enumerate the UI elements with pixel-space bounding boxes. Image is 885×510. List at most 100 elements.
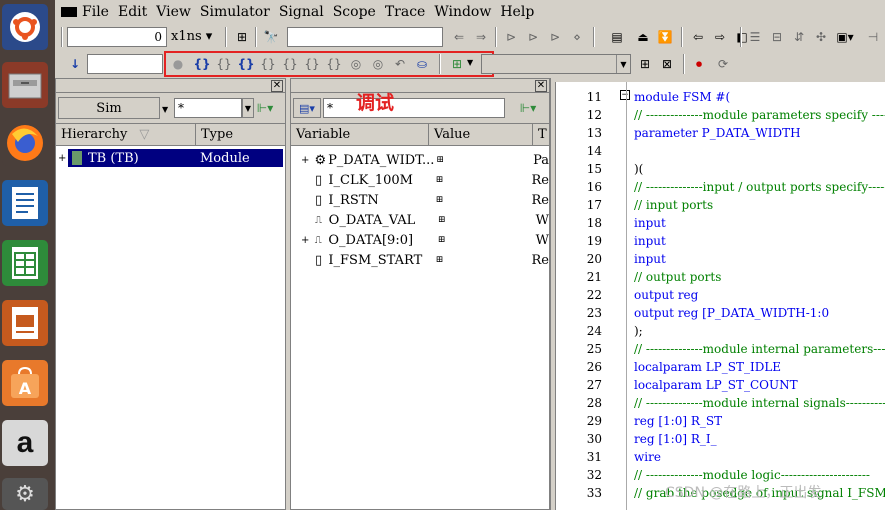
hierarchy-row[interactable]: + TB (TB) Module bbox=[56, 148, 285, 168]
variable-row[interactable]: ▯ I_FSM_START ⊞ Re bbox=[291, 250, 549, 270]
code-line[interactable]: // input ports bbox=[634, 198, 713, 212]
column-value[interactable]: Value bbox=[429, 124, 533, 145]
watch-icon[interactable]: ◎ bbox=[346, 54, 366, 74]
files-icon[interactable] bbox=[2, 62, 48, 108]
expand-icon[interactable]: + bbox=[301, 235, 315, 246]
variable-row[interactable]: ▯ I_RSTN ⊞ Re bbox=[291, 190, 549, 210]
firefox-icon[interactable] bbox=[2, 120, 48, 166]
code-line[interactable]: // --------------module logic-----------… bbox=[634, 468, 870, 482]
step-into-icon[interactable]: {} bbox=[280, 54, 300, 74]
code-line[interactable]: // --------------module internal paramet… bbox=[634, 342, 885, 356]
code-line[interactable]: reg [1:0] R_I_ bbox=[634, 432, 717, 446]
close-icon[interactable]: ✕ bbox=[271, 80, 283, 92]
code-line[interactable]: // --------------input / output ports sp… bbox=[634, 180, 885, 194]
value-expand-icon[interactable]: ⊞ bbox=[436, 175, 532, 185]
code-line[interactable]: output reg [P_DATA_WIDTH-1:0 bbox=[634, 306, 829, 320]
chevron-down-icon[interactable]: ▼ bbox=[467, 58, 473, 67]
sim-button[interactable]: Sim bbox=[58, 97, 160, 119]
arrow-down-icon[interactable]: ↓ bbox=[65, 54, 85, 74]
code-line[interactable]: output reg bbox=[634, 288, 698, 302]
code-line[interactable]: wire bbox=[634, 450, 661, 464]
column-variable[interactable]: Variable bbox=[291, 124, 429, 145]
find-next-icon[interactable]: ⇒ bbox=[471, 27, 491, 47]
step-over-icon[interactable]: {} bbox=[258, 54, 278, 74]
expand-icon[interactable]: + bbox=[301, 155, 315, 166]
breakpoint-dropdown[interactable]: ▼ bbox=[481, 54, 631, 74]
expand-icon[interactable]: + bbox=[58, 153, 68, 164]
system-settings-icon[interactable]: ⚙ bbox=[2, 478, 48, 510]
code-line[interactable]: input bbox=[634, 252, 666, 266]
signal-type-filter[interactable]: ▤▾ bbox=[293, 98, 321, 118]
time-field[interactable]: 0 bbox=[67, 27, 167, 47]
menu-simulator[interactable]: Simulator bbox=[200, 4, 270, 20]
step-icon[interactable]: {} bbox=[214, 54, 234, 74]
calc-icon[interactable] bbox=[2, 240, 48, 286]
filter-options-icon[interactable]: ⊩▾ bbox=[246, 98, 284, 118]
filter-funnel-icon[interactable]: ▽ bbox=[139, 127, 149, 142]
menu-signal[interactable]: Signal bbox=[279, 4, 324, 20]
simulate-icon[interactable]: ⛀ bbox=[412, 54, 432, 74]
pin-icon[interactable]: ⊣ bbox=[863, 27, 883, 47]
network-icon[interactable]: ⊞ bbox=[447, 54, 467, 74]
code-line[interactable]: input bbox=[634, 234, 666, 248]
trace-active-icon[interactable]: ⊳ bbox=[545, 27, 565, 47]
breakpoint-icon[interactable]: ◎ bbox=[368, 54, 388, 74]
ubuntu-logo-icon[interactable] bbox=[2, 4, 48, 50]
writer-icon[interactable] bbox=[2, 180, 48, 226]
list-view-icon[interactable]: ☰ bbox=[745, 27, 765, 47]
value-expand-icon[interactable]: ⊞ bbox=[436, 155, 533, 165]
sync-icon[interactable]: ⟳ bbox=[713, 54, 733, 74]
register-icon[interactable]: ⊞ bbox=[635, 54, 655, 74]
chevron-down-icon[interactable]: ▼ bbox=[162, 99, 174, 119]
step-out-icon[interactable]: {} bbox=[302, 54, 322, 74]
code-line[interactable]: // output ports bbox=[634, 270, 721, 284]
menu-trace[interactable]: Trace bbox=[385, 4, 426, 20]
code-line[interactable]: input bbox=[634, 216, 666, 230]
forward-icon[interactable]: ⇨ bbox=[710, 27, 730, 47]
code-line[interactable]: // --------------module internal signals… bbox=[634, 396, 885, 410]
menu-edit[interactable]: Edit bbox=[118, 4, 147, 20]
value-expand-icon[interactable]: ⊞ bbox=[436, 195, 532, 205]
find-prev-icon[interactable]: ⇐ bbox=[449, 27, 469, 47]
value-expand-icon[interactable]: ⊞ bbox=[436, 255, 532, 265]
code-line[interactable]: ); bbox=[634, 324, 643, 338]
close-icon[interactable]: ✕ bbox=[535, 80, 547, 92]
download-icon[interactable]: ⏬ bbox=[655, 27, 675, 47]
column-hierarchy[interactable]: Hierarchy ▽ bbox=[56, 124, 196, 145]
document-icon[interactable]: ▤ bbox=[607, 27, 627, 47]
menu-window[interactable]: Window bbox=[434, 4, 491, 20]
software-center-icon[interactable]: A bbox=[2, 360, 48, 406]
value-expand-icon[interactable]: ⊞ bbox=[438, 215, 536, 225]
upload-icon[interactable]: ⏏ bbox=[633, 27, 653, 47]
window-menu-icon[interactable] bbox=[61, 7, 77, 17]
variable-row[interactable]: + ⎍ O_DATA[9:0] ⊞ W bbox=[291, 230, 549, 250]
layout-dropdown-icon[interactable]: ▣▾ bbox=[835, 27, 855, 47]
code-line[interactable]: reg [1:0] R_ST bbox=[634, 414, 722, 428]
signal-input[interactable] bbox=[87, 54, 163, 74]
menu-help[interactable]: Help bbox=[500, 4, 534, 20]
back-icon[interactable]: ⇦ bbox=[688, 27, 708, 47]
trace-load-icon[interactable]: ⊳ bbox=[523, 27, 543, 47]
code-line[interactable]: parameter P_DATA_WIDTH bbox=[634, 126, 801, 140]
impress-icon[interactable] bbox=[2, 300, 48, 346]
next-icon[interactable]: {} bbox=[236, 54, 256, 74]
run-icon[interactable]: {} bbox=[192, 54, 212, 74]
code-line[interactable]: localparam LP_ST_COUNT bbox=[634, 378, 798, 392]
netlist-icon[interactable]: ⊞ bbox=[232, 27, 252, 47]
amazon-icon[interactable]: a bbox=[2, 420, 48, 466]
stop-icon[interactable]: ● bbox=[168, 54, 188, 74]
value-expand-icon[interactable]: ⊞ bbox=[438, 235, 536, 245]
filter-options-icon[interactable]: ⊩▾ bbox=[509, 98, 547, 118]
collapse-icon[interactable]: − bbox=[620, 90, 630, 100]
move-icon[interactable]: ✣ bbox=[811, 27, 831, 47]
column-type[interactable]: T bbox=[533, 124, 549, 145]
variable-row[interactable]: ⎍ O_DATA_VAL ⊞ W bbox=[291, 210, 549, 230]
record-icon[interactable]: ⏺ bbox=[689, 54, 709, 74]
menu-scope[interactable]: Scope bbox=[333, 4, 376, 20]
variable-row[interactable]: ▯ I_CLK_100M ⊞ Re bbox=[291, 170, 549, 190]
grid-icon[interactable]: ⊠ bbox=[657, 54, 677, 74]
trace-xprop-icon[interactable]: ⋄ bbox=[567, 27, 587, 47]
hierarchy-filter-input[interactable]: * bbox=[174, 98, 242, 118]
menu-view[interactable]: View bbox=[156, 4, 191, 20]
schematic-icon[interactable]: ⊟ bbox=[767, 27, 787, 47]
